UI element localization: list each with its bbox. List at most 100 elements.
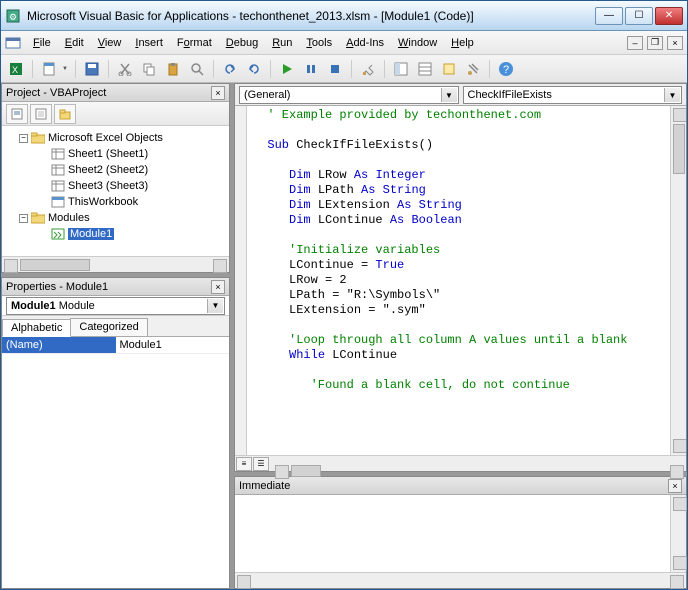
app-icon: ⚙ bbox=[5, 8, 21, 24]
procedure-view-button[interactable]: ≡ bbox=[236, 457, 252, 471]
menu-edit[interactable]: Edit bbox=[59, 35, 90, 51]
object-combo[interactable]: (General)▼ bbox=[239, 86, 459, 104]
cut-button[interactable] bbox=[114, 58, 136, 80]
tree-item-sheet2[interactable]: Sheet2 (Sheet2) bbox=[6, 162, 225, 178]
full-module-view-button[interactable]: ☰ bbox=[253, 457, 269, 471]
property-row-name[interactable]: (Name) Module1 bbox=[2, 337, 229, 354]
menu-view[interactable]: View bbox=[92, 35, 128, 51]
help-button[interactable]: ? bbox=[495, 58, 517, 80]
svg-text:X: X bbox=[12, 65, 18, 75]
collapse-icon[interactable]: − bbox=[19, 134, 28, 143]
collapse-icon[interactable]: − bbox=[19, 214, 28, 223]
menu-debug[interactable]: Debug bbox=[220, 35, 264, 51]
menubar: File Edit View Insert Format Debug Run T… bbox=[1, 31, 687, 55]
menu-tools[interactable]: Tools bbox=[300, 35, 338, 51]
mdi-close-button[interactable]: × bbox=[667, 36, 683, 50]
reset-button[interactable] bbox=[324, 58, 346, 80]
svg-text:⚙: ⚙ bbox=[9, 12, 17, 22]
dropdown-icon: ▼ bbox=[441, 88, 457, 102]
titlebar: ⚙ Microsoft Visual Basic for Application… bbox=[1, 1, 687, 31]
tree-item-sheet3[interactable]: Sheet3 (Sheet3) bbox=[6, 178, 225, 194]
menu-format[interactable]: Format bbox=[171, 35, 218, 51]
properties-window-button[interactable] bbox=[414, 58, 436, 80]
standard-toolbar: X ▼ ? bbox=[1, 55, 687, 83]
tree-item-sheet1[interactable]: Sheet1 (Sheet1) bbox=[6, 146, 225, 162]
code-bottom-bar: ≡ ☰ bbox=[235, 455, 686, 471]
properties-grid[interactable]: (Name) Module1 bbox=[2, 337, 229, 588]
immediate-window: Immediate × bbox=[234, 476, 687, 589]
object-browser-button[interactable] bbox=[438, 58, 460, 80]
maximize-button[interactable]: ☐ bbox=[625, 7, 653, 25]
menu-window[interactable]: Window bbox=[392, 35, 443, 51]
worksheet-icon bbox=[51, 147, 65, 161]
folder-icon bbox=[31, 131, 45, 145]
properties-pane-title: Properties - Module1 bbox=[6, 281, 211, 293]
project-pane-title: Project - VBAProject bbox=[6, 87, 211, 99]
run-button[interactable] bbox=[276, 58, 298, 80]
view-object-button[interactable] bbox=[30, 104, 52, 124]
module-icon bbox=[51, 227, 65, 241]
code-window: (General)▼ CheckIfFileExists▼ ' Example … bbox=[234, 83, 687, 472]
minimize-button[interactable]: — bbox=[595, 7, 623, 25]
immediate-v-scrollbar[interactable] bbox=[670, 495, 686, 572]
toggle-folders-button[interactable] bbox=[54, 104, 76, 124]
worksheet-icon bbox=[51, 179, 65, 193]
immediate-close-button[interactable]: × bbox=[668, 479, 682, 493]
procedure-combo[interactable]: CheckIfFileExists▼ bbox=[463, 86, 683, 104]
insert-button[interactable] bbox=[38, 58, 60, 80]
menu-addins[interactable]: Add-Ins bbox=[340, 35, 390, 51]
menu-insert[interactable]: Insert bbox=[129, 35, 169, 51]
project-h-scrollbar[interactable] bbox=[2, 256, 229, 272]
break-button[interactable] bbox=[300, 58, 322, 80]
menu-run[interactable]: Run bbox=[266, 35, 298, 51]
mdi-minimize-button[interactable]: – bbox=[627, 36, 643, 50]
project-tree[interactable]: − Microsoft Excel Objects Sheet1 (Sheet1… bbox=[2, 126, 229, 256]
window-title: Microsoft Visual Basic for Applications … bbox=[27, 9, 595, 23]
code-editor[interactable]: ' Example provided by techonthenet.com S… bbox=[247, 106, 670, 455]
folder-icon bbox=[31, 211, 45, 225]
properties-pane-close-button[interactable]: × bbox=[211, 280, 225, 294]
mdi-area: Project - VBAProject × − Microsoft Excel… bbox=[1, 83, 687, 589]
svg-text:?: ? bbox=[503, 64, 509, 76]
menu-file[interactable]: File bbox=[27, 35, 57, 51]
tab-categorized[interactable]: Categorized bbox=[70, 318, 147, 336]
dropdown-icon: ▼ bbox=[664, 88, 680, 102]
project-explorer-pane: Project - VBAProject × − Microsoft Excel… bbox=[1, 83, 230, 273]
properties-pane: Properties - Module1 × Module1 Module ▼ … bbox=[1, 277, 230, 589]
toolbox-button[interactable] bbox=[462, 58, 484, 80]
project-pane-close-button[interactable]: × bbox=[211, 86, 225, 100]
view-excel-button[interactable]: X bbox=[5, 58, 27, 80]
insert-dropdown-icon[interactable]: ▼ bbox=[62, 66, 70, 72]
worksheet-icon bbox=[51, 163, 65, 177]
view-code-button[interactable] bbox=[6, 104, 28, 124]
properties-tabs: Alphabetic Categorized bbox=[2, 316, 229, 337]
code-margin[interactable] bbox=[235, 106, 247, 455]
tree-item-thisworkbook[interactable]: ThisWorkbook bbox=[6, 194, 225, 210]
undo-button[interactable] bbox=[219, 58, 241, 80]
design-mode-button[interactable] bbox=[357, 58, 379, 80]
vba-window: ⚙ Microsoft Visual Basic for Application… bbox=[0, 0, 688, 590]
redo-button[interactable] bbox=[243, 58, 265, 80]
properties-object-combo[interactable]: Module1 Module ▼ bbox=[6, 297, 225, 315]
mdi-system-icon[interactable] bbox=[5, 35, 21, 51]
tree-folder-excel-objects[interactable]: − Microsoft Excel Objects bbox=[6, 130, 225, 146]
paste-button[interactable] bbox=[162, 58, 184, 80]
copy-button[interactable] bbox=[138, 58, 160, 80]
code-v-scrollbar[interactable] bbox=[670, 106, 686, 455]
immediate-editor[interactable] bbox=[235, 495, 670, 572]
tab-alphabetic[interactable]: Alphabetic bbox=[2, 319, 71, 337]
immediate-h-scrollbar[interactable] bbox=[235, 572, 686, 588]
save-button[interactable] bbox=[81, 58, 103, 80]
menu-help[interactable]: Help bbox=[445, 35, 480, 51]
find-button[interactable] bbox=[186, 58, 208, 80]
tree-folder-modules[interactable]: − Modules bbox=[6, 210, 225, 226]
workbook-icon bbox=[51, 195, 65, 209]
left-dock: Project - VBAProject × − Microsoft Excel… bbox=[1, 83, 234, 589]
project-explorer-button[interactable] bbox=[390, 58, 412, 80]
tree-item-module1[interactable]: Module1 bbox=[6, 226, 225, 242]
close-button[interactable]: ✕ bbox=[655, 7, 683, 25]
immediate-title: Immediate bbox=[239, 480, 668, 492]
right-area: (General)▼ CheckIfFileExists▼ ' Example … bbox=[234, 83, 687, 589]
mdi-restore-button[interactable]: ❐ bbox=[647, 36, 663, 50]
dropdown-icon: ▼ bbox=[207, 299, 223, 313]
